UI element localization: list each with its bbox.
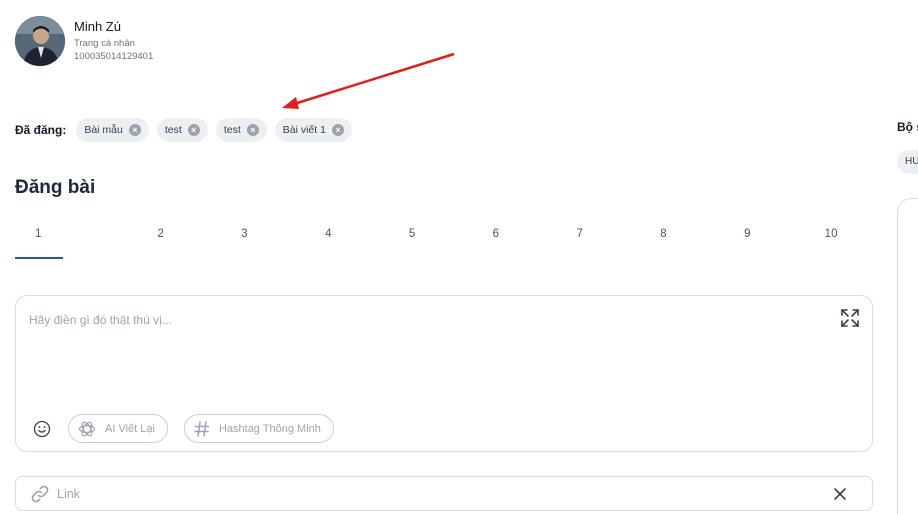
posted-chip[interactable]: test × [215,118,267,142]
remove-chip-icon[interactable]: × [187,124,200,136]
tab-6[interactable]: 6 [454,219,538,259]
posted-chip[interactable]: test × [156,118,208,142]
post-editor[interactable]: Hãy điền gì đó thật thú vị... AI Viết Lạ… [15,295,873,452]
chip-label: test [223,124,241,136]
link-field[interactable] [15,476,873,511]
right-panel-chip[interactable]: HU [897,150,918,174]
profile-name: Minh Zú [74,19,121,34]
tab-9[interactable]: 9 [705,219,789,259]
chip-label: test [164,124,182,136]
close-icon[interactable] [832,486,848,502]
tab-3[interactable]: 3 [203,219,287,259]
right-panel-card [897,198,918,514]
ai-rewrite-label: AI Viết Lại [105,422,155,435]
tab-5[interactable]: 5 [370,219,454,259]
chip-label: Bài mẫu [84,124,123,136]
remove-chip-icon[interactable]: × [128,124,141,136]
posted-list: Đã đăng: Bài mẫu × test × test × Bài viế… [15,118,352,142]
post-tabs: 1 2 3 4 5 6 7 8 9 10 [15,219,873,259]
editor-toolbar: AI Viết Lại Hashtag Thông Minh [32,414,334,443]
posted-label: Đã đăng: [15,123,67,137]
profile-id: 100035014129401 [74,51,154,62]
expand-icon[interactable] [840,308,860,328]
tab-7[interactable]: 7 [538,219,622,259]
right-panel-title: Bộ s [897,120,918,134]
chip-label: Bài viết 1 [282,124,326,136]
profile-subtitle: Trang cá nhân [74,38,135,49]
remove-chip-icon[interactable]: × [331,124,344,136]
avatar-image [15,16,65,66]
posted-chip[interactable]: Bài viết 1 × [274,118,352,142]
smart-hashtag-button[interactable]: Hashtag Thông Minh [183,414,334,443]
link-input[interactable] [57,486,832,501]
profile-header: Minh Zú Trang cá nhân 100035014129401 [15,16,153,66]
posted-chip[interactable]: Bài mẫu × [76,118,149,142]
tab-1[interactable]: 1 [15,219,119,259]
link-icon [31,485,49,502]
editor-placeholder[interactable]: Hãy điền gì đó thật thú vị... [29,313,172,327]
openai-icon [78,421,96,436]
tab-10[interactable]: 10 [789,219,873,259]
tab-8[interactable]: 8 [622,219,706,259]
tab-4[interactable]: 4 [286,219,370,259]
tab-2[interactable]: 2 [119,219,203,259]
avatar[interactable] [15,16,65,66]
ai-rewrite-button[interactable]: AI Viết Lại [68,414,168,443]
smiley-icon[interactable] [32,419,52,439]
compose-title: Đăng bài [15,177,96,198]
hashtag-icon [194,420,210,437]
remove-chip-icon[interactable]: × [246,124,259,136]
smart-hashtag-label: Hashtag Thông Minh [218,422,321,435]
